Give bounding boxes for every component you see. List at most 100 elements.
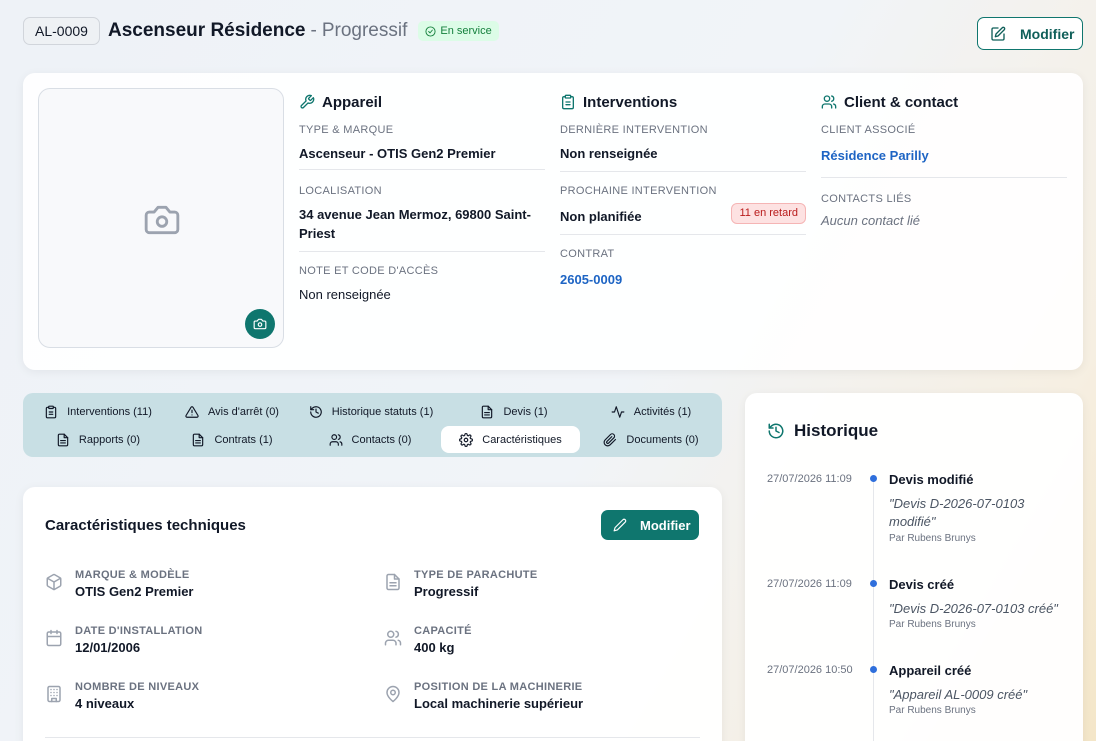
- type-field: TYPE & MARQUE Ascenseur - OTIS Gen2 Prem…: [299, 124, 545, 163]
- tab-label: Caractéristiques: [482, 433, 562, 446]
- page-title: Ascenseur Résidence - Progressif En serv…: [108, 20, 499, 42]
- note-field: NOTE ET CODE D'ACCÈS Non renseignée: [299, 265, 545, 304]
- tab-label: Avis d'arrêt (0): [208, 405, 279, 418]
- history-icon: [309, 405, 322, 418]
- tab-documents[interactable]: Documents (0): [587, 426, 715, 453]
- event-description: "Devis D-2026-07-0103 modifié": [889, 496, 1025, 529]
- modify-device-button[interactable]: Modifier: [977, 17, 1083, 50]
- modify-device-label: Modifier: [1020, 25, 1075, 42]
- gear-icon: [459, 432, 474, 447]
- timeline-dot: [870, 666, 877, 673]
- char-item-machinerie: POSITION DE LA MACHINERIE Local machineri…: [384, 681, 583, 711]
- last-intervention-value: Non renseignée: [560, 146, 658, 161]
- tab-contrats[interactable]: Contrats (1): [167, 426, 297, 453]
- tab-contacts[interactable]: Contacts (0): [301, 426, 439, 453]
- file-icon: [482, 405, 493, 418]
- wrench-icon: [300, 94, 315, 109]
- tab-avis-arret[interactable]: Avis d'arrêt (0): [167, 398, 297, 425]
- char-value: Local machinerie supérieur: [414, 696, 584, 711]
- location-value: 34 avenue Jean Mermoz, 69800 Saint-Pries…: [299, 207, 531, 241]
- contacts-value: Aucun contact lié: [821, 213, 921, 228]
- check-circle-icon: [425, 25, 436, 37]
- users-icon: [329, 433, 342, 446]
- tab-bar: Interventions (11) Avis d'arrêt (0) Hist…: [23, 393, 722, 457]
- interventions-heading: Interventions: [560, 91, 806, 113]
- event-title: Appareil créé: [889, 663, 972, 678]
- char-value: OTIS Gen2 Premier: [75, 584, 194, 599]
- box-icon: [46, 573, 62, 591]
- characteristics-card: Caractéristiques techniques Modifier MAR…: [23, 487, 722, 741]
- appareil-heading-label: Appareil: [322, 93, 383, 111]
- divider: [560, 234, 806, 235]
- contacts-label: CONTACTS LIÉS: [821, 193, 912, 205]
- photo-placeholder[interactable]: [38, 88, 284, 348]
- tab-label: Historique statuts (1): [331, 405, 434, 418]
- tab-interventions[interactable]: Interventions (11): [33, 398, 163, 425]
- contract-link[interactable]: 2605-0009: [560, 270, 806, 289]
- tab-label: Documents (0): [626, 433, 699, 446]
- calendar-icon: [46, 629, 62, 647]
- char-item-niveaux: NOMBRE DE NIVEAUX 4 niveaux: [45, 681, 199, 711]
- modify-characteristics-label: Modifier: [640, 517, 691, 533]
- event-description: "Devis D-2026-07-0103 créé": [889, 601, 1058, 616]
- tab-historique-statuts[interactable]: Historique statuts (1): [301, 398, 441, 425]
- upload-photo-button[interactable]: [245, 309, 275, 339]
- last-intervention-field: DERNIÈRE INTERVENTION Non renseignée: [560, 124, 806, 163]
- divider: [299, 251, 545, 252]
- tab-label: Activités (1): [633, 405, 692, 418]
- characteristics-title: Caractéristiques techniques: [45, 517, 246, 534]
- map-pin-icon: [386, 685, 400, 703]
- reference-badge: AL-0009: [23, 17, 100, 45]
- last-intervention-label: DERNIÈRE INTERVENTION: [560, 124, 708, 136]
- timeline-dot: [870, 580, 877, 587]
- char-item-installation: DATE D'INSTALLATION 12/01/2006: [45, 625, 202, 655]
- users-icon: [821, 95, 837, 109]
- warning-icon: [185, 405, 199, 418]
- event-author: Par Rubens Brunys: [889, 619, 976, 630]
- file-icon: [57, 433, 69, 446]
- modify-characteristics-button[interactable]: Modifier: [601, 510, 699, 540]
- activity-icon: [611, 405, 625, 418]
- type-label: TYPE & MARQUE: [299, 124, 394, 136]
- char-label: CAPACITÉ: [414, 625, 472, 637]
- tab-label: Contrats (1): [214, 433, 273, 446]
- char-item-parachute: TYPE DE PARACHUTE Progressif: [384, 569, 537, 599]
- history-card: Historique 27/07/2026 11:09 Devis modifi…: [745, 393, 1083, 741]
- tab-rapports[interactable]: Rapports (0): [33, 426, 163, 453]
- clipboard-icon: [45, 405, 57, 418]
- tab-label: Devis (1): [503, 405, 548, 418]
- char-value: 12/01/2006: [75, 640, 141, 655]
- camera-icon: [253, 318, 267, 330]
- tab-devis[interactable]: Devis (1): [445, 398, 583, 425]
- interventions-heading-label: Interventions: [583, 93, 678, 111]
- status-label: En service: [440, 25, 492, 37]
- location-field: LOCALISATION 34 avenue Jean Mermoz, 6980…: [299, 185, 545, 243]
- late-badge: 11 en retard: [731, 203, 806, 224]
- tab-caracteristiques[interactable]: Caractéristiques: [441, 426, 580, 453]
- note-value: Non renseignée: [299, 287, 391, 302]
- event-author: Par Rubens Brunys: [889, 533, 976, 544]
- next-intervention-label: PROCHAINE INTERVENTION: [560, 185, 717, 197]
- event-title: Devis créé: [889, 577, 955, 592]
- interventions-section: Interventions DERNIÈRE INTERVENTION Non …: [560, 91, 806, 351]
- tab-activites[interactable]: Activités (1): [587, 398, 715, 425]
- appareil-heading: Appareil: [299, 91, 545, 113]
- client-heading-label: Client & contact: [844, 93, 959, 111]
- file-icon: [193, 433, 204, 446]
- event-date: 27/07/2026 11:09: [767, 578, 852, 590]
- history-title: Historique: [767, 421, 878, 441]
- client-link[interactable]: Résidence Parilly: [821, 146, 1067, 165]
- pencil-icon: [613, 518, 627, 532]
- event-date: 27/07/2026 11:09: [767, 473, 852, 485]
- divider: [821, 177, 1067, 178]
- timeline-line: [873, 481, 874, 741]
- device-title: Ascenseur Résidence: [108, 20, 306, 41]
- client-heading: Client & contact: [821, 91, 1067, 113]
- appareil-section: Appareil TYPE & MARQUE Ascenseur - OTIS …: [299, 91, 545, 351]
- file-icon: [386, 573, 400, 591]
- clipboard-icon: [562, 94, 574, 110]
- char-item-capacite: CAPACITÉ 400 kg: [384, 625, 472, 655]
- char-item-marque: MARQUE & MODÈLE OTIS Gen2 Premier: [45, 569, 194, 599]
- history-title-label: Historique: [794, 421, 879, 440]
- char-label: TYPE DE PARACHUTE: [414, 569, 538, 581]
